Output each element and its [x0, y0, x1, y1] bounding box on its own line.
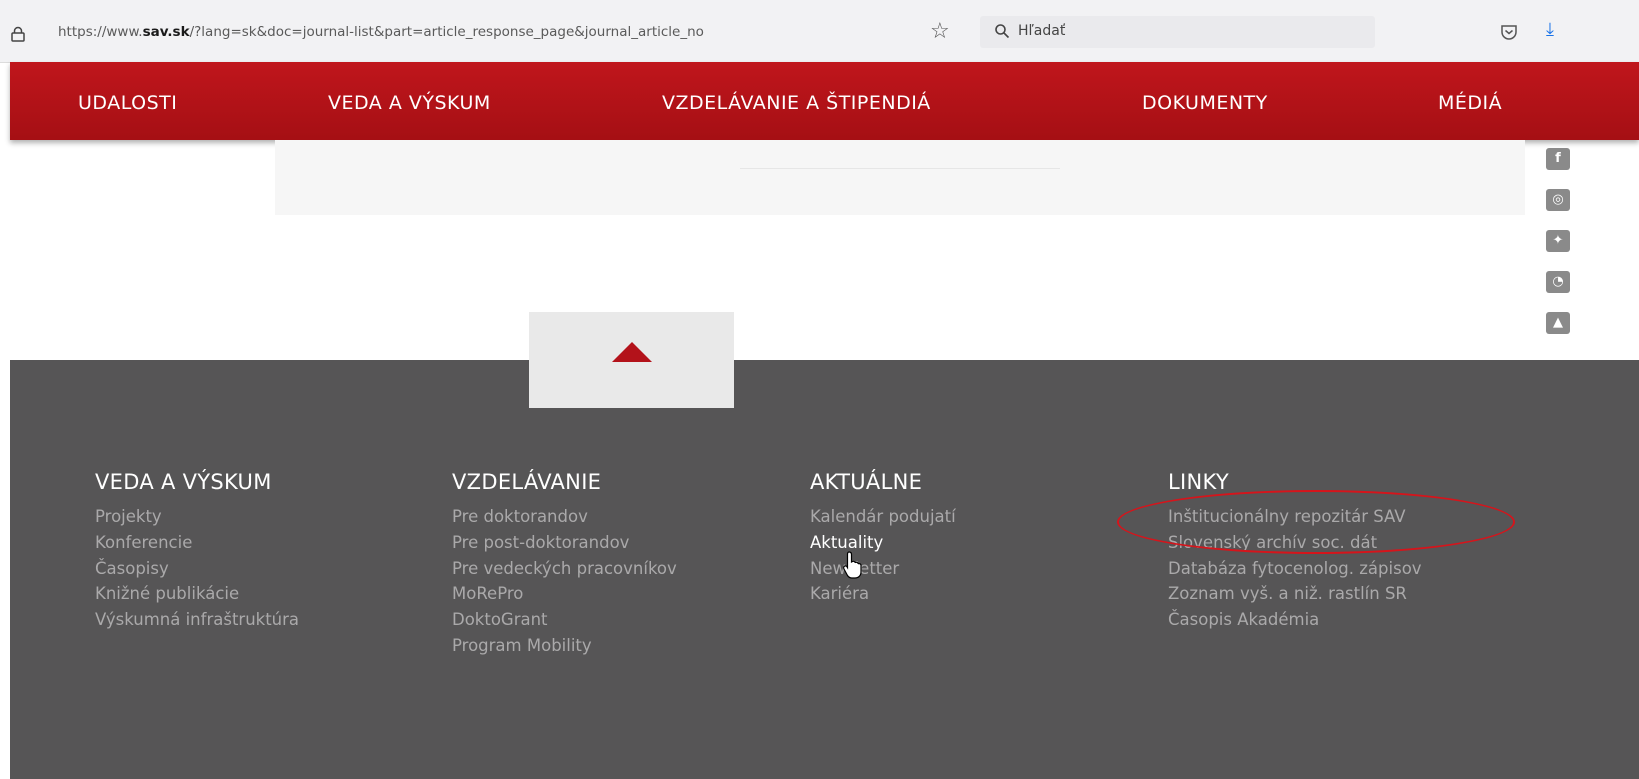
footer-link[interactable]: Konferencie: [95, 530, 299, 556]
nav-item-vzdelavanie[interactable]: VZDELÁVANIE A ŠTIPENDIÁ: [662, 92, 931, 114]
address-bar[interactable]: https://www.sav.sk/?lang=sk&doc=journal-…: [58, 24, 888, 40]
back-to-top-button[interactable]: [529, 312, 734, 408]
footer-link[interactable]: Program Mobility: [452, 633, 677, 659]
nav-item-udalosti[interactable]: UDALOSTI: [78, 92, 177, 114]
scroll-up-icon[interactable]: ▲: [1546, 312, 1570, 334]
search-placeholder: Hľadať: [1018, 23, 1066, 39]
search-icon: [995, 24, 1010, 39]
footer-column-linky: LINKY Inštitucionálny repozitár SAV Slov…: [1168, 470, 1422, 633]
footer-link[interactable]: Časopis Akadémia: [1168, 607, 1422, 633]
footer-link[interactable]: MoRePro: [452, 581, 677, 607]
divider: [740, 168, 1060, 169]
nav-item-veda-a-vyskum[interactable]: VEDA A VÝSKUM: [328, 92, 491, 114]
bookmark-star-icon[interactable]: ☆: [930, 21, 950, 43]
download-icon[interactable]: ⤓: [1546, 20, 1554, 40]
footer-link[interactable]: Newsletter: [810, 556, 956, 582]
footer-link[interactable]: Kariéra: [810, 581, 956, 607]
footer-column-title: AKTUÁLNE: [810, 470, 923, 494]
footer-link[interactable]: DoktoGrant: [452, 607, 677, 633]
footer-column-title: LINKY: [1168, 470, 1229, 494]
footer-link[interactable]: Databáza fytocenolog. zápisov: [1168, 556, 1422, 582]
hand-cursor-icon: [843, 551, 862, 579]
footer-link[interactable]: Zoznam vyš. a niž. rastlín SR: [1168, 581, 1422, 607]
lock-icon: [11, 26, 25, 42]
facebook-icon[interactable]: f: [1546, 148, 1570, 170]
footer-link[interactable]: Pre post-doktorandov: [452, 530, 677, 556]
footer-column-veda: VEDA A VÝSKUM Projekty Konferencie Časop…: [95, 470, 299, 633]
browser-toolbar: https://www.sav.sk/?lang=sk&doc=journal-…: [0, 0, 1639, 63]
footer-link[interactable]: Kalendár podujatí: [810, 504, 956, 530]
footer-column-title: VZDELÁVANIE: [452, 470, 602, 494]
footer-column-vzdelavanie: VZDELÁVANIE Pre doktorandov Pre post-dok…: [452, 470, 677, 659]
twitter-icon[interactable]: ✦: [1546, 230, 1570, 252]
footer-link[interactable]: Výskumná infraštruktúra: [95, 607, 299, 633]
nav-item-media[interactable]: MÉDIÁ: [1438, 92, 1502, 114]
footer-link[interactable]: Knižné publikácie: [95, 581, 299, 607]
pocket-icon[interactable]: [1500, 24, 1518, 40]
footer-link[interactable]: Časopisy: [95, 556, 299, 582]
nav-item-dokumenty[interactable]: DOKUMENTY: [1142, 92, 1268, 114]
footer-link[interactable]: Slovenský archív soc. dát: [1168, 530, 1422, 556]
arrow-up-icon: [612, 342, 652, 362]
footer-column-title: VEDA A VÝSKUM: [95, 470, 272, 494]
footer-link-highlighted[interactable]: Inštitucionálny repozitár SAV: [1168, 504, 1422, 530]
site-footer: VEDA A VÝSKUM Projekty Konferencie Časop…: [10, 360, 1639, 779]
footer-link[interactable]: Pre vedeckých pracovníkov: [452, 556, 677, 582]
rss-icon[interactable]: ◔: [1546, 271, 1570, 293]
footer-link[interactable]: Projekty: [95, 504, 299, 530]
content-band: [275, 140, 1525, 215]
footer-column-aktualne: AKTUÁLNE Kalendár podujatí Aktuality New…: [810, 470, 956, 607]
footer-link-active[interactable]: Aktuality: [810, 530, 956, 556]
browser-search-box[interactable]: Hľadať: [980, 16, 1375, 48]
instagram-icon[interactable]: ◎: [1546, 189, 1570, 211]
main-navigation: UDALOSTI VEDA A VÝSKUM VZDELÁVANIE A ŠTI…: [10, 62, 1639, 140]
footer-link[interactable]: Pre doktorandov: [452, 504, 677, 530]
